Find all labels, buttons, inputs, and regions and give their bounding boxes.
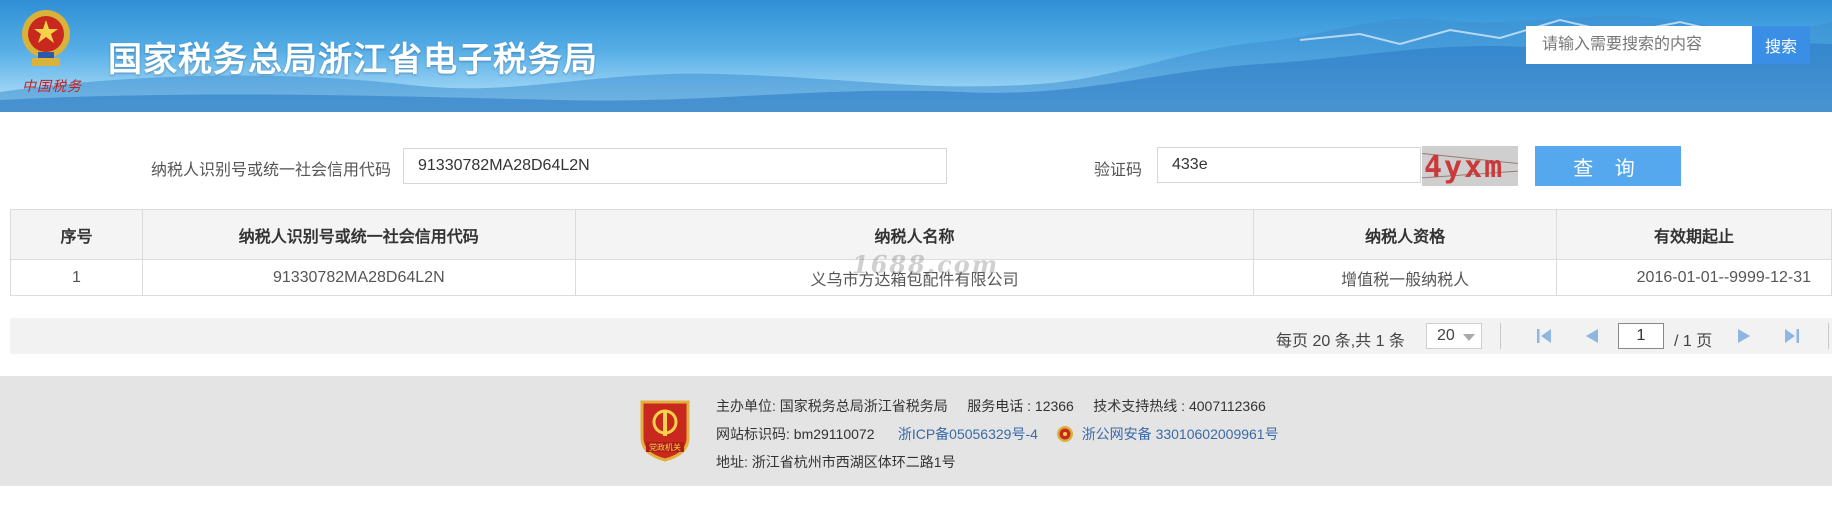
pagination-separator xyxy=(1500,323,1501,349)
column-header-index: 序号 xyxy=(10,209,143,260)
captcha-label: 验证码 xyxy=(1094,162,1143,179)
query-button[interactable]: 查 询 xyxy=(1535,146,1681,186)
service-phone: 服务电话 : 12366 xyxy=(967,398,1074,414)
cell-qualification: 增值税一般纳税人 xyxy=(1253,259,1558,296)
icp-record-link[interactable]: 浙ICP备05056329号-4 xyxy=(898,426,1038,442)
page-size-select[interactable]: 20 xyxy=(1426,323,1482,349)
logo-signature: 中国税务 xyxy=(22,79,82,95)
taxpayer-id-input[interactable] xyxy=(403,148,947,184)
site-header: 中国税务 国家税务总局浙江省电子税务局 搜索 xyxy=(0,0,1832,112)
captcha-image-text: 4yxm xyxy=(1424,150,1505,185)
host-label: 主办单位: xyxy=(716,398,776,414)
column-header-qualification: 纳税人资格 xyxy=(1253,209,1558,260)
footer-line-host: 主办单位: 国家税务总局浙江省税务局 服务电话 : 12366 技术支持热线 :… xyxy=(716,396,1266,416)
site-search-button[interactable]: 搜索 xyxy=(1752,26,1810,64)
site-search-input[interactable] xyxy=(1526,26,1752,64)
support-phone: 技术支持热线 : 4007112366 xyxy=(1093,398,1266,414)
current-page-input[interactable] xyxy=(1618,323,1664,349)
site-footer: 党政机关 主办单位: 国家税务总局浙江省税务局 服务电话 : 12366 技术支… xyxy=(0,376,1832,486)
site-title: 国家税务总局浙江省电子税务局 xyxy=(108,41,598,79)
column-header-taxpayer-id: 纳税人识别号或统一社会信用代码 xyxy=(141,209,576,260)
pagination-bar: 每页 20 条,共 1 条 20 / 1 页 xyxy=(10,318,1832,354)
prev-page-icon[interactable] xyxy=(1582,326,1602,346)
host-value: 国家税务总局浙江省税务局 xyxy=(779,398,948,414)
footer-address: 地址: 浙江省杭州市西湖区体环二路1号 xyxy=(716,454,956,470)
badge-text: 党政机关 xyxy=(649,442,681,452)
chevron-down-icon xyxy=(1463,334,1475,341)
site-code: 网站标识码: bm29110072 xyxy=(716,426,875,442)
footer-line-records: 网站标识码: bm29110072 浙ICP备05056329号-4 浙公网安备… xyxy=(716,424,1279,444)
column-header-validity: 有效期起止 xyxy=(1556,209,1832,260)
next-page-icon[interactable] xyxy=(1734,326,1754,346)
page-size-value: 20 xyxy=(1437,327,1455,344)
pagination-summary: 每页 20 条,共 1 条 xyxy=(1276,333,1405,350)
total-pages: / 1 页 xyxy=(1674,333,1713,350)
taxpayer-id-label: 纳税人识别号或统一社会信用代码 xyxy=(151,162,392,179)
first-page-icon[interactable] xyxy=(1534,326,1554,346)
cell-index: 1 xyxy=(10,259,143,296)
captcha-input[interactable] xyxy=(1157,147,1421,183)
police-record-link[interactable]: 浙公网安备 33010602009961号 xyxy=(1082,426,1279,442)
party-government-badge-icon[interactable]: 党政机关 xyxy=(638,398,692,462)
pagination-separator-end xyxy=(1828,323,1829,349)
national-tax-emblem-icon xyxy=(22,10,70,66)
police-badge-icon xyxy=(1056,426,1073,442)
captcha-image[interactable]: 4yxm xyxy=(1422,146,1518,186)
last-page-icon[interactable] xyxy=(1782,326,1802,346)
cell-validity: 2016-01-01--9999-12-31 xyxy=(1556,259,1832,296)
watermark: 1688.com xyxy=(852,250,1000,279)
cell-taxpayer-id: 91330782MA28D64L2N xyxy=(141,259,576,296)
